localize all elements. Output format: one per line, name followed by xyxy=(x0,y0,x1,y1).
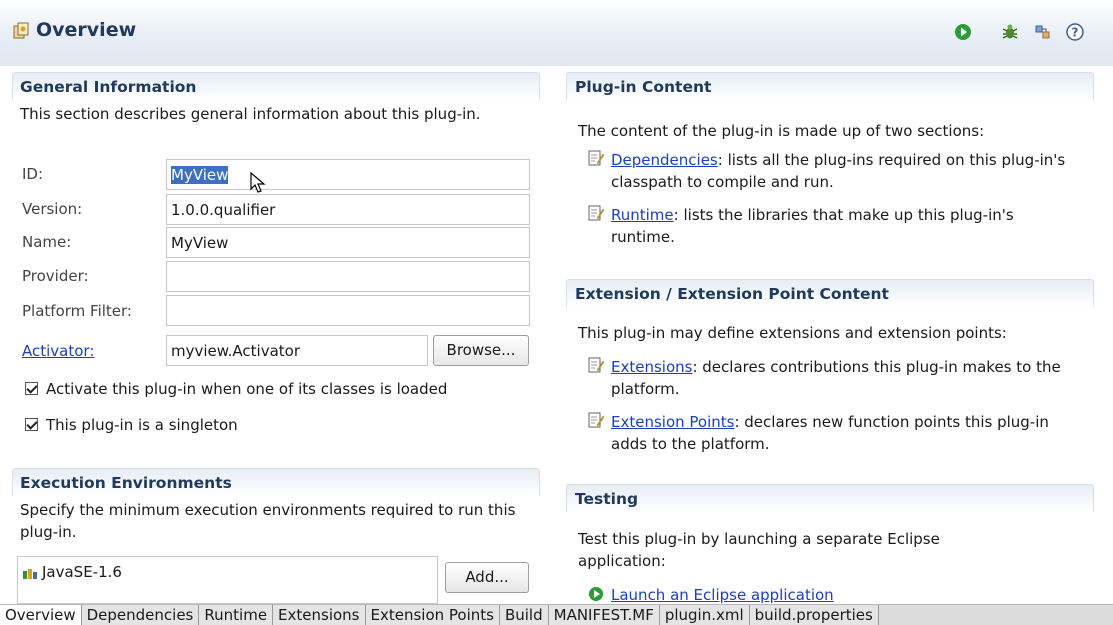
editor-tabs: Overview Dependencies Runtime Extensions Ext… xyxy=(0,604,1113,625)
execution-description: Specify the minimum execution environmen… xyxy=(20,501,516,541)
activator-link[interactable]: Activator: xyxy=(22,342,94,360)
activator-field[interactable]: myview.Activator xyxy=(166,335,428,366)
name-field[interactable]: MyView xyxy=(166,227,530,258)
extension-points-item: Extension Points: declares new function … xyxy=(611,411,1081,455)
run-icon xyxy=(589,587,603,601)
id-label: ID: xyxy=(22,165,44,183)
edit-page-icon xyxy=(588,205,604,221)
extension-section-title: Extension / Extension Point Content xyxy=(575,285,889,303)
edit-page-icon xyxy=(588,412,604,428)
run-icon[interactable] xyxy=(953,22,973,42)
tab-runtime[interactable]: Runtime xyxy=(199,605,274,625)
version-label: Version: xyxy=(22,200,83,218)
platform-filter-field[interactable] xyxy=(166,295,530,326)
edit-page-icon xyxy=(588,150,604,166)
manifest-icon xyxy=(13,22,29,39)
execution-section-title: Execution Environments xyxy=(20,474,232,492)
browse-button[interactable]: Browse... xyxy=(433,335,529,366)
debug-icon[interactable] xyxy=(1000,22,1020,42)
testing-section-title: Testing xyxy=(575,490,639,508)
singleton-checkbox-label: This plug-in is a singleton xyxy=(46,416,238,434)
runtime-item: Runtime: lists the libraries that make u… xyxy=(611,204,1081,248)
dependencies-link[interactable]: Dependencies xyxy=(611,151,718,169)
edit-page-icon xyxy=(588,357,604,373)
id-value: MyView xyxy=(171,166,229,184)
tab-extensions[interactable]: Extensions xyxy=(273,605,366,625)
tab-build[interactable]: Build xyxy=(499,605,549,625)
extension-intro: This plug-in may define extensions and e… xyxy=(578,324,1007,342)
execution-environment-list[interactable]: JavaSE-1.6 xyxy=(17,556,438,604)
version-field[interactable]: 1.0.0.qualifier xyxy=(166,194,530,225)
testing-intro: Test this plug-in by launching a separat… xyxy=(578,530,940,570)
activate-checkbox-box[interactable] xyxy=(25,382,38,395)
general-description: This section describes general informati… xyxy=(20,105,481,123)
singleton-checkbox-box[interactable] xyxy=(25,418,38,431)
jre-icon xyxy=(23,569,37,579)
testing-section-header xyxy=(566,484,1094,512)
extensions-link[interactable]: Extensions xyxy=(611,358,692,376)
tab-build-properties[interactable]: build.properties xyxy=(749,605,879,625)
page-title: Overview xyxy=(36,19,137,41)
editor-header: Overview ? xyxy=(0,0,1113,66)
tab-extension-points[interactable]: Extension Points xyxy=(365,605,500,625)
help-icon[interactable]: ? xyxy=(1065,22,1085,42)
list-item[interactable]: JavaSE-1.6 xyxy=(42,563,122,581)
platform-filter-label: Platform Filter: xyxy=(22,302,132,320)
general-section-title: General Information xyxy=(20,78,197,96)
launch-eclipse-link[interactable]: Launch an Eclipse application xyxy=(611,586,834,604)
runtime-link[interactable]: Runtime xyxy=(611,206,674,224)
activate-checkbox-label: Activate this plug-in when one of its cl… xyxy=(46,380,448,398)
tab-plugin-xml[interactable]: plugin.xml xyxy=(659,605,750,625)
svg-text:?: ? xyxy=(1072,26,1079,40)
export-icon[interactable] xyxy=(1033,22,1053,42)
content-section-title: Plug-in Content xyxy=(575,78,712,96)
id-field[interactable]: MyView xyxy=(166,159,530,190)
dependencies-item: Dependencies: lists all the plug-ins req… xyxy=(611,149,1081,193)
launch-item: Launch an Eclipse application xyxy=(611,584,834,606)
mouse-pointer-icon xyxy=(250,172,266,193)
name-label: Name: xyxy=(22,233,72,251)
activate-checkbox[interactable]: Activate this plug-in when one of its cl… xyxy=(25,379,447,399)
content-intro: The content of the plug-in is made up of… xyxy=(578,122,985,140)
extensions-item: Extensions: declares contributions this … xyxy=(611,356,1081,400)
tab-manifest[interactable]: MANIFEST.MF xyxy=(548,605,660,625)
singleton-checkbox[interactable]: This plug-in is a singleton xyxy=(25,415,238,435)
tab-dependencies[interactable]: Dependencies xyxy=(81,605,200,625)
extension-points-link[interactable]: Extension Points xyxy=(611,413,734,431)
add-button[interactable]: Add... xyxy=(445,562,529,593)
tab-overview[interactable]: Overview xyxy=(0,605,82,625)
provider-field[interactable] xyxy=(166,261,530,292)
provider-label: Provider: xyxy=(22,267,89,285)
